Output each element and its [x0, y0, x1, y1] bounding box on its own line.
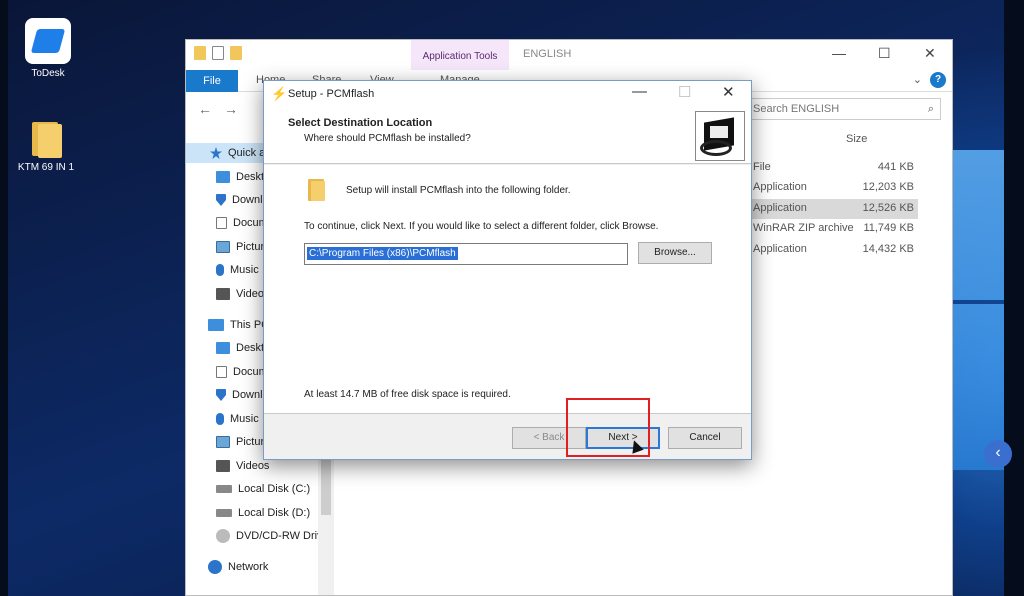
maximize-icon[interactable]: ☐	[878, 45, 891, 62]
video-icon	[216, 288, 230, 300]
search-placeholder: Search ENGLISH	[753, 103, 840, 115]
nav-item-music-pc[interactable]: Music	[216, 409, 259, 429]
tab-file[interactable]: File	[186, 70, 238, 92]
desktop-icon	[216, 171, 230, 183]
side-panel-toggle-icon[interactable]: ‹	[984, 440, 1012, 468]
install-info-text: Setup will install PCMflash into the fol…	[346, 185, 571, 196]
explorer-titlebar: Application Tools ENGLISH — ☐ ✕	[186, 40, 952, 70]
video-icon	[216, 460, 230, 472]
nav-label: Local Disk (D:)	[238, 507, 311, 519]
nav-label: Local Disk (C:)	[238, 483, 311, 495]
left-black-bar	[0, 0, 8, 596]
instruction-text: To continue, click Next. If you would li…	[304, 221, 659, 232]
windows-logo-wallpaper	[952, 150, 1004, 470]
new-folder-icon[interactable]	[230, 46, 242, 60]
desktop-icon	[216, 342, 230, 354]
page-title: Select Destination Location	[288, 117, 433, 129]
file-row[interactable]: WinRAR ZIP archive 11,749 KB	[751, 219, 918, 239]
right-black-bar	[1004, 0, 1024, 596]
document-icon	[216, 366, 227, 378]
browse-button[interactable]: Browse...	[638, 242, 712, 264]
close-icon[interactable]: ✕	[924, 45, 936, 62]
document-icon	[216, 217, 227, 229]
nav-item-local-disk-c[interactable]: Local Disk (C:)	[216, 479, 310, 499]
column-header-size[interactable]: Size	[846, 133, 867, 145]
nav-label: Videos	[236, 460, 270, 472]
computer-icon	[208, 319, 224, 331]
file-row-selected[interactable]: Application 12,526 KB	[751, 199, 918, 219]
setup-dialog: ⚡ Setup - PCMflash — ☐ ✕ Select Destinat…	[263, 80, 752, 460]
nav-item-music[interactable]: Music	[216, 260, 259, 280]
download-icon	[216, 194, 226, 206]
search-input[interactable]: Search ENGLISH ⌕	[746, 98, 941, 120]
setup-lightning-icon: ⚡	[271, 86, 288, 101]
desktop-icon-label: ToDesk	[31, 68, 65, 79]
music-icon	[216, 264, 224, 276]
file-type: Application	[753, 202, 807, 214]
chevron-down-icon[interactable]: ⌄	[913, 73, 922, 86]
file-type: Application	[753, 243, 807, 255]
cancel-button[interactable]: Cancel	[668, 427, 742, 449]
disk-space-text: At least 14.7 MB of free disk space is r…	[304, 389, 511, 400]
nav-item-videos-pc[interactable]: Videos	[216, 456, 269, 476]
application-tools-tab[interactable]: Application Tools	[411, 40, 509, 70]
nav-item-this-pc[interactable]: This PC	[208, 315, 269, 335]
file-size: 12,526 KB	[862, 202, 914, 214]
nav-item-dvd-drive[interactable]: DVD/CD-RW Drive	[216, 526, 329, 546]
footer-divider	[264, 413, 751, 414]
file-size: 14,432 KB	[862, 243, 914, 255]
todesk-app-icon	[25, 18, 71, 64]
file-type: WinRAR ZIP archive	[753, 222, 854, 234]
music-icon	[216, 413, 224, 425]
path-value: C:\Program Files (x86)\PCMflash	[307, 247, 458, 260]
folder-icon	[308, 179, 326, 201]
picture-icon	[216, 241, 230, 253]
file-size: 11,749 KB	[863, 222, 914, 234]
dialog-body: Setup will install PCMflash into the fol…	[264, 165, 751, 413]
destination-path-input[interactable]: C:\Program Files (x86)\PCMflash	[304, 243, 628, 265]
nav-item-videos[interactable]: Videos	[216, 284, 269, 304]
drive-icon	[216, 509, 232, 517]
minimize-icon[interactable]: —	[632, 83, 647, 100]
file-type: Application	[753, 181, 807, 193]
dvd-icon	[216, 529, 230, 543]
page-subtitle: Where should PCMflash be installed?	[304, 133, 471, 144]
nav-label: DVD/CD-RW Drive	[236, 530, 329, 542]
properties-icon[interactable]	[212, 46, 224, 60]
desktop-icon-label: KTM 69 IN 1	[17, 162, 75, 173]
close-icon[interactable]: ✕	[722, 83, 735, 101]
help-icon[interactable]: ?	[930, 72, 946, 88]
nav-label: Music	[230, 413, 259, 425]
nav-label: Network	[228, 561, 269, 573]
explorer-title: ENGLISH	[523, 48, 572, 60]
setup-computer-icon	[695, 111, 745, 161]
network-icon	[208, 560, 222, 574]
maximize-icon: ☐	[678, 84, 692, 101]
nav-item-local-disk-d[interactable]: Local Disk (D:)	[216, 503, 310, 523]
file-size: 12,203 KB	[862, 181, 914, 193]
folder-icon	[194, 46, 206, 60]
back-arrow-icon[interactable]: ←	[198, 101, 212, 117]
quick-access-toolbar	[194, 46, 242, 60]
search-icon: ⌕	[927, 103, 934, 115]
dialog-title: Setup - PCMflash	[288, 88, 375, 100]
desktop-icon-ktm-folder[interactable]: KTM 69 IN 1	[6, 120, 86, 173]
file-row[interactable]: Application 14,432 KB	[751, 240, 918, 260]
star-icon	[210, 147, 222, 159]
dialog-header: Select Destination Location Where should…	[264, 107, 751, 164]
file-row[interactable]: Application 12,203 KB	[751, 178, 918, 198]
minimize-icon[interactable]: —	[832, 45, 846, 61]
desktop-icon-todesk[interactable]: ToDesk	[8, 18, 88, 79]
dialog-titlebar: ⚡ Setup - PCMflash — ☐ ✕	[264, 81, 751, 107]
folder-icon	[26, 120, 66, 158]
file-size: 441 KB	[877, 161, 914, 173]
drive-icon	[216, 485, 232, 493]
download-icon	[216, 389, 226, 401]
nav-label: Music	[230, 264, 259, 276]
nav-item-network[interactable]: Network	[208, 557, 268, 577]
forward-arrow-icon[interactable]: →	[224, 101, 238, 117]
file-row[interactable]: File 441 KB	[751, 158, 918, 178]
picture-icon	[216, 436, 230, 448]
file-type: File	[753, 161, 771, 173]
